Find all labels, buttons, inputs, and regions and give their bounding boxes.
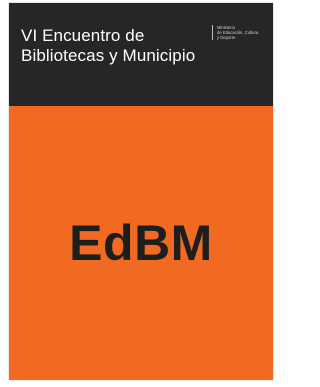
book-cover: VI Encuentro de Bibliotecas y Municipio … — [9, 3, 273, 380]
cover-title-line-2: Bibliotecas y Municipio — [21, 46, 196, 65]
ministry-logo: Ministerio de Educación, Cultura y Depor… — [212, 25, 275, 40]
cover-title: VI Encuentro de Bibliotecas y Municipio — [21, 26, 211, 66]
ministry-line-3: y Deporte — [217, 35, 236, 40]
cover-header: VI Encuentro de Bibliotecas y Municipio … — [9, 3, 273, 106]
edbm-logo: EdBM — [69, 215, 213, 271]
cover-title-line-1: VI Encuentro de — [21, 26, 145, 45]
